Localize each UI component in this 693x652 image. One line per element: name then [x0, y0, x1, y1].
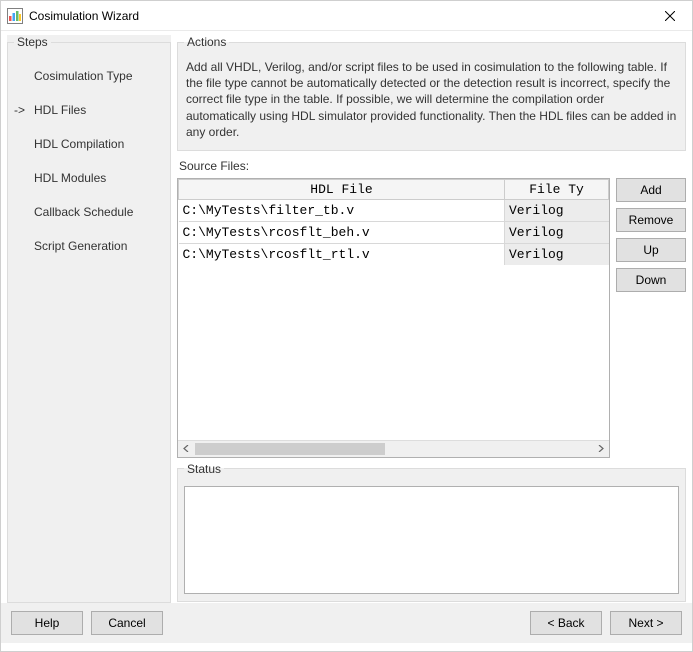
step-label: HDL Modules: [34, 171, 106, 185]
table-empty-area[interactable]: [178, 265, 609, 440]
source-files-tbody: C:\MyTests\filter_tb.vVerilogC:\MyTests\…: [179, 199, 609, 265]
scroll-right-arrow-icon[interactable]: [592, 440, 609, 457]
step-item[interactable]: HDL Compilation: [14, 127, 164, 161]
next-button[interactable]: Next >: [610, 611, 682, 635]
scrollbar-thumb[interactable]: [195, 443, 385, 455]
file-path-cell[interactable]: C:\MyTests\rcosflt_beh.v: [179, 221, 505, 243]
step-label: HDL Files: [34, 103, 86, 117]
close-icon: [665, 11, 675, 21]
add-button[interactable]: Add: [616, 178, 686, 202]
file-action-buttons: Add Remove Up Down: [616, 178, 686, 458]
steps-list: Cosimulation Type ->HDL Files HDL Compilat…: [14, 55, 164, 263]
step-item[interactable]: HDL Modules: [14, 161, 164, 195]
file-path-cell[interactable]: C:\MyTests\rcosflt_rtl.v: [179, 243, 505, 265]
step-item[interactable]: Cosimulation Type: [14, 59, 164, 93]
source-files-table-wrap: HDL File File Ty C:\MyTests\filter_tb.vV…: [177, 178, 610, 458]
actions-text: Add all VHDL, Verilog, and/or script fil…: [184, 55, 679, 142]
back-button[interactable]: < Back: [530, 611, 602, 635]
step-item[interactable]: ->HDL Files: [14, 93, 164, 127]
column-header-file[interactable]: HDL File: [179, 179, 505, 199]
step-marker: ->: [14, 103, 34, 117]
source-files-table: HDL File File Ty C:\MyTests\filter_tb.vV…: [178, 179, 609, 266]
down-button[interactable]: Down: [616, 268, 686, 292]
window-close-button[interactable]: [648, 1, 692, 30]
horizontal-scrollbar[interactable]: [178, 440, 609, 457]
table-row[interactable]: C:\MyTests\rcosflt_rtl.vVerilog: [179, 243, 609, 265]
cancel-button[interactable]: Cancel: [91, 611, 163, 635]
step-label: HDL Compilation: [34, 137, 124, 151]
steps-title: Steps: [14, 35, 51, 49]
actions-title: Actions: [184, 35, 229, 49]
main-content: Steps Cosimulation Type ->HDL Files HDL Co…: [1, 31, 692, 603]
remove-button[interactable]: Remove: [616, 208, 686, 232]
help-button[interactable]: Help: [11, 611, 83, 635]
column-header-type[interactable]: File Ty: [505, 179, 609, 199]
file-type-cell[interactable]: Verilog: [505, 221, 609, 243]
main-area: Actions Add all VHDL, Verilog, and/or sc…: [177, 35, 686, 603]
status-title: Status: [184, 462, 224, 476]
scrollbar-track[interactable]: [195, 441, 592, 457]
status-group: Status: [177, 462, 686, 602]
step-item[interactable]: Callback Schedule: [14, 195, 164, 229]
window-title: Cosimulation Wizard: [29, 9, 139, 23]
source-files-area: HDL File File Ty C:\MyTests\filter_tb.vV…: [177, 178, 686, 458]
source-files-label: Source Files:: [177, 155, 686, 174]
up-button[interactable]: Up: [616, 238, 686, 262]
footer-bar: Help Cancel < Back Next >: [1, 603, 692, 643]
steps-sidebar: Steps Cosimulation Type ->HDL Files HDL Co…: [7, 35, 171, 603]
step-label: Cosimulation Type: [34, 69, 133, 83]
title-bar: Cosimulation Wizard: [1, 1, 692, 31]
scroll-left-arrow-icon[interactable]: [178, 440, 195, 457]
table-row[interactable]: C:\MyTests\filter_tb.vVerilog: [179, 199, 609, 221]
table-row[interactable]: C:\MyTests\rcosflt_beh.vVerilog: [179, 221, 609, 243]
steps-panel: Steps Cosimulation Type ->HDL Files HDL Co…: [7, 35, 171, 603]
step-label: Callback Schedule: [34, 205, 133, 219]
actions-group: Actions Add all VHDL, Verilog, and/or sc…: [177, 35, 686, 151]
step-item[interactable]: Script Generation: [14, 229, 164, 263]
file-type-cell[interactable]: Verilog: [505, 199, 609, 221]
file-type-cell[interactable]: Verilog: [505, 243, 609, 265]
status-text-area[interactable]: [184, 486, 679, 594]
file-path-cell[interactable]: C:\MyTests\filter_tb.v: [179, 199, 505, 221]
app-icon: [7, 8, 23, 24]
step-label: Script Generation: [34, 239, 127, 253]
